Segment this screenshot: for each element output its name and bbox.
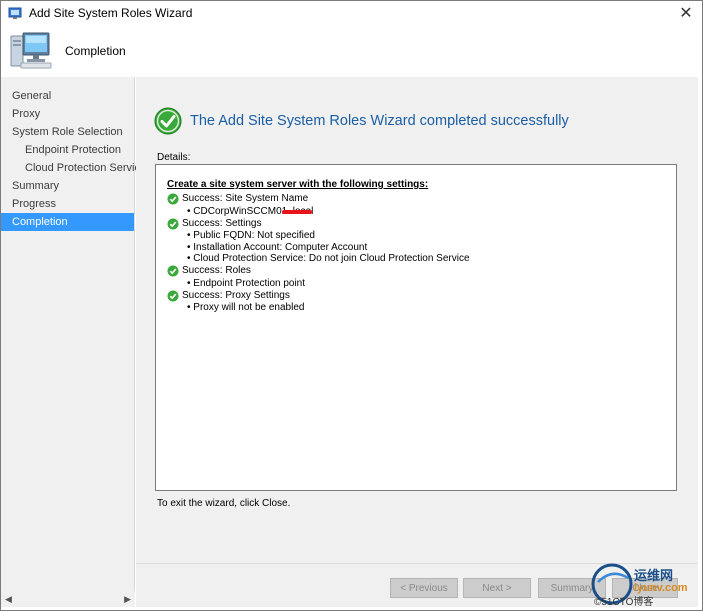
close-window-button[interactable]: ✕ [674,3,698,23]
nav-item-system-role-selection[interactable]: System Role Selection [1,123,134,141]
wizard-step-nav: General Proxy System Role Selection Endp… [1,77,146,607]
nav-item-proxy[interactable]: Proxy [1,105,134,123]
nav-item-summary[interactable]: Summary [1,177,134,195]
wizard-header: Completion [1,25,702,77]
details-textbox[interactable]: Create a site system server with the fol… [155,164,677,491]
nav-item-endpoint-protection[interactable]: Endpoint Protection [1,141,134,159]
section-proxy-settings: Success: Proxy Settings [167,289,676,302]
scroll-right-icon[interactable]: ▶ [124,594,131,605]
section-title: Success: Roles [182,265,251,277]
bullet-item: Installation Account: Computer Account [167,242,676,254]
nav-item-progress[interactable]: Progress [1,195,134,213]
section-roles: Success: Roles [167,265,676,278]
close-button[interactable]: Close [612,578,678,598]
section-settings: Success: Settings [167,217,676,230]
bullet-item: Endpoint Protection point [167,278,676,290]
previous-button[interactable]: < Previous [390,578,458,598]
success-check-icon [167,290,179,301]
section-title: Success: Settings [182,217,262,229]
nav-item-cloud-protection-service[interactable]: Cloud Protection Service [1,159,146,177]
success-check-icon [167,265,179,277]
scroll-left-icon[interactable]: ◀ [5,594,12,605]
section-site-system-name: Success: Site System Name [167,193,676,206]
computer-icon [9,30,53,72]
nav-horizontal-scrollbar[interactable]: ◀ ▶ [1,591,135,607]
section-title: Success: Site System Name [182,193,309,205]
redaction-mark [282,209,312,214]
close-icon: ✕ [679,5,693,22]
bullet-item: Public FQDN: Not specified [167,230,676,242]
wizard-content: The Add Site System Roles Wizard complet… [136,77,698,607]
success-check-icon [167,218,179,229]
success-title: The Add Site System Roles Wizard complet… [190,113,569,129]
bullet-item: CDCorpWinSCCM01. local [167,206,676,218]
wizard-app-icon [7,5,23,21]
details-heading: Create a site system server with the fol… [167,179,429,190]
wizard-window: Add Site System Roles Wizard ✕ Completio… [0,0,703,611]
success-check-icon [167,193,179,205]
summary-button[interactable]: Summary [538,578,606,598]
section-title: Success: Proxy Settings [182,289,290,301]
success-header: The Add Site System Roles Wizard complet… [154,107,569,135]
nav-item-completion[interactable]: Completion [1,213,134,231]
next-button[interactable]: Next > [463,578,531,598]
nav-item-general[interactable]: General [1,87,134,105]
bullet-item: Proxy will not be enabled [167,302,676,314]
bullet-item: Cloud Protection Service: Do not join Cl… [167,253,676,265]
title-bar[interactable]: Add Site System Roles Wizard ✕ [1,1,702,25]
success-check-icon [154,107,182,135]
page-title: Completion [65,44,126,58]
details-label: Details: [157,152,191,163]
window-title: Add Site System Roles Wizard [29,6,193,20]
exit-instruction: To exit the wizard, click Close. [157,498,291,509]
footer-divider [136,563,698,564]
